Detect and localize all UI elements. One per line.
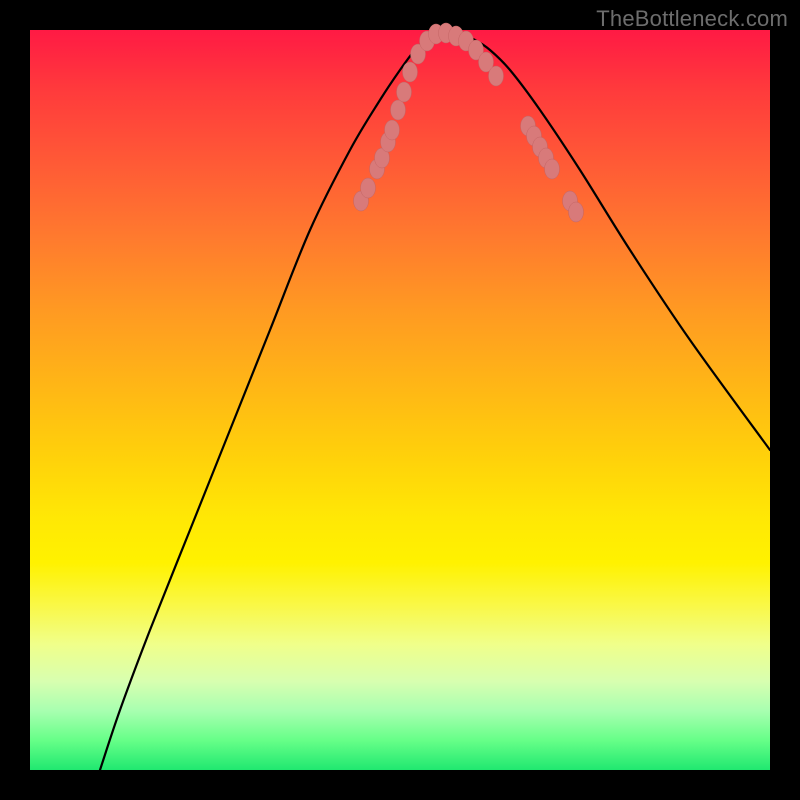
curve-svg bbox=[30, 30, 770, 770]
highlight-dot bbox=[361, 178, 376, 198]
highlight-dot bbox=[489, 66, 504, 86]
highlight-dot bbox=[391, 100, 406, 120]
highlight-dot bbox=[545, 159, 560, 179]
highlight-dot bbox=[385, 120, 400, 140]
chart-frame: TheBottleneck.com bbox=[0, 0, 800, 800]
watermark-label: TheBottleneck.com bbox=[596, 6, 788, 32]
plot-area bbox=[30, 30, 770, 770]
highlight-dot bbox=[403, 62, 418, 82]
highlight-dot bbox=[397, 82, 412, 102]
bottleneck-curve-right bbox=[440, 32, 770, 450]
highlight-dot bbox=[569, 202, 584, 222]
